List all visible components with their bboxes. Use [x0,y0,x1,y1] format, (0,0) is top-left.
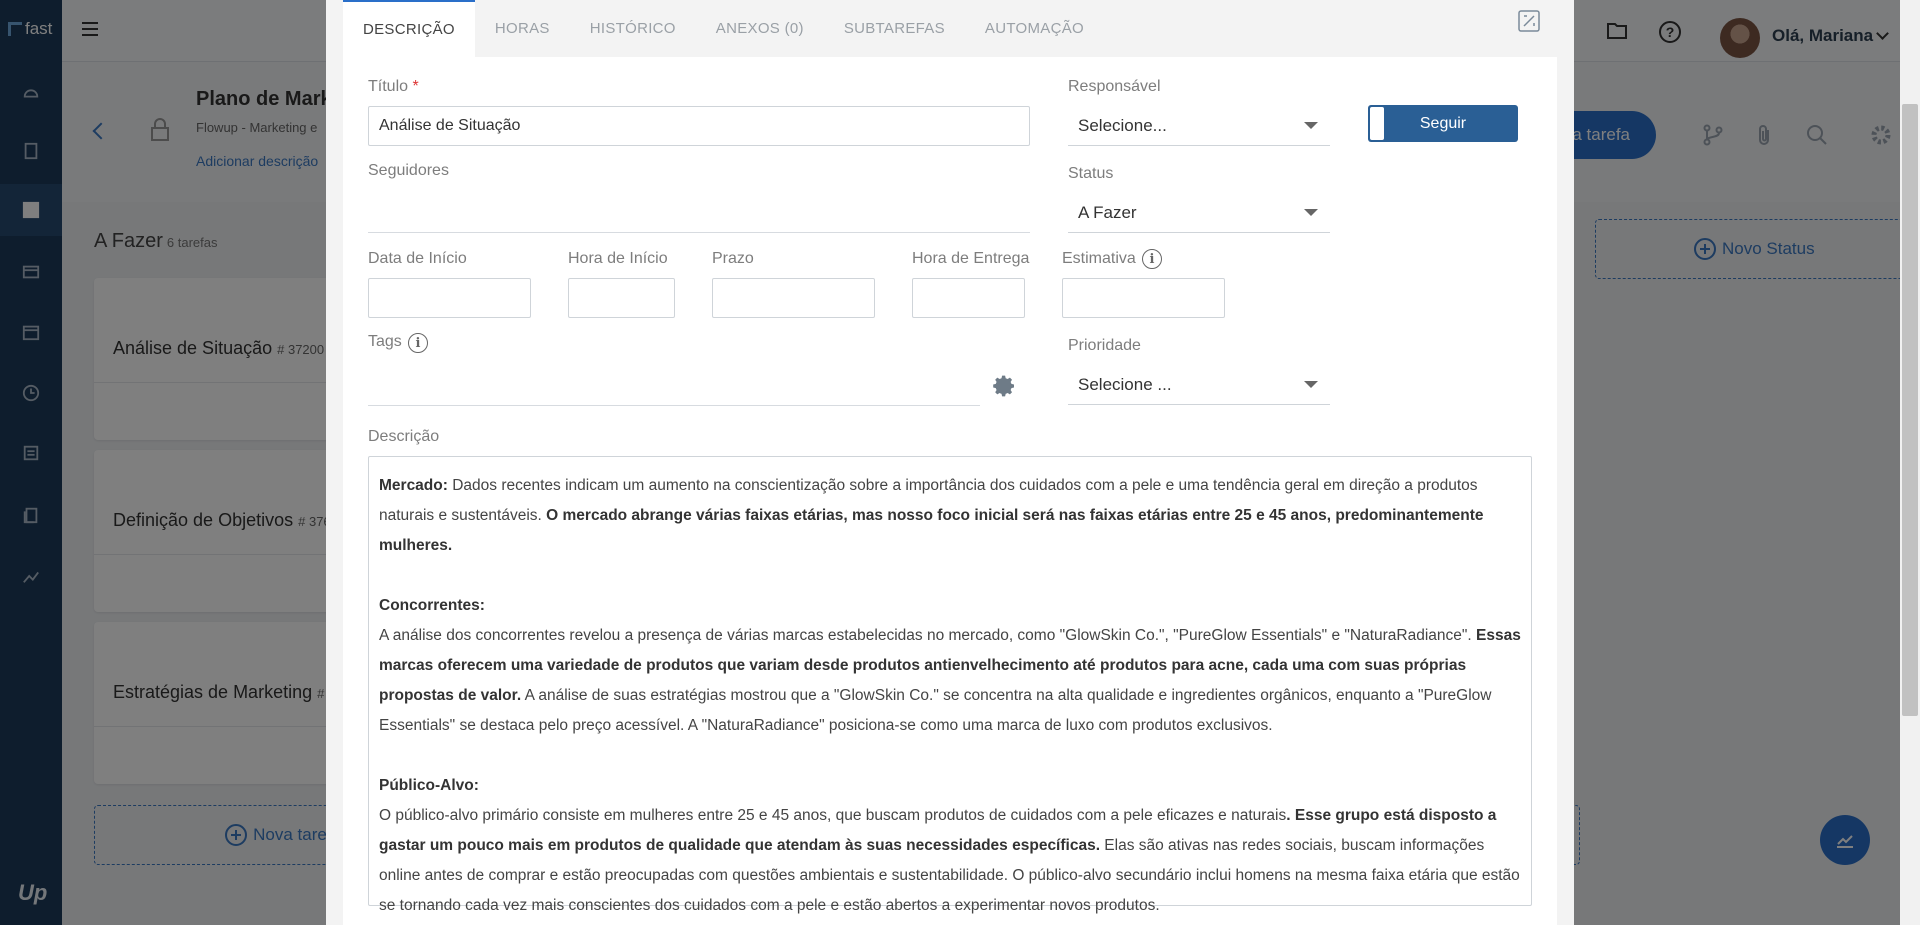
description-editor[interactable]: Mercado: Dados recentes indicam um aumen… [368,456,1532,914]
title-input[interactable]: Análise de Situação [368,106,1030,146]
status-label: Status [1068,165,1114,182]
followers-input[interactable] [368,193,1030,233]
tab-subtarefas[interactable]: SUBTAREFAS [824,0,965,57]
start-date-label: Data de Início [368,250,467,267]
start-time-label: Hora de Início [568,250,668,267]
gear-icon[interactable] [993,374,1017,403]
deadline-input[interactable] [712,278,875,318]
start-time-input[interactable] [568,278,675,318]
description-label: Descrição [368,428,440,445]
toggle-notch [1370,107,1384,140]
info-icon[interactable]: i [408,333,428,353]
tags-input[interactable] [368,366,980,406]
status-value: A Fazer [1078,202,1137,222]
delivery-time-label: Hora de Entrega [912,250,1030,267]
required-marker: * [412,78,419,95]
expand-icon[interactable] [1517,9,1541,33]
priority-label: Prioridade [1068,337,1141,354]
dropdown-arrow-icon [1304,381,1318,388]
dropdown-arrow-icon [1304,122,1318,129]
responsible-value: Selecione... [1078,115,1167,135]
title-label: Título * [368,78,419,95]
tab-horas[interactable]: HORAS [475,0,570,57]
tab-bar: DESCRIÇÃO HORAS HISTÓRICO ANEXOS (0) SUB… [343,0,1557,57]
status-select[interactable]: A Fazer [1068,193,1330,233]
follow-button[interactable]: Seguir [1368,105,1518,142]
start-date-input[interactable] [368,278,531,318]
tags-label: Tags [368,333,402,350]
estimate-input[interactable] [1062,278,1225,318]
scrollbar-thumb[interactable] [1902,104,1918,716]
priority-value: Selecione ... [1078,374,1172,394]
info-icon[interactable]: i [1142,249,1162,269]
responsible-select[interactable]: Selecione... [1068,106,1330,146]
tab-automacao[interactable]: AUTOMAÇÃO [965,0,1104,57]
tab-historico[interactable]: HISTÓRICO [570,0,696,57]
tab-descricao[interactable]: DESCRIÇÃO [343,0,475,57]
deadline-label: Prazo [712,250,754,267]
priority-select[interactable]: Selecione ... [1068,365,1330,405]
follow-button-label: Seguir [1419,114,1467,132]
dropdown-arrow-icon [1304,209,1318,216]
description-paragraph: Concorrentes: A análise dos concorrentes … [379,597,1521,734]
description-paragraph: Público-Alvo: O público-alvo primário con… [379,777,1520,914]
responsible-label: Responsável [1068,78,1161,95]
delivery-time-input[interactable] [912,278,1025,318]
description-paragraph: Mercado: Dados recentes indicam um aumen… [379,477,1484,554]
followers-label: Seguidores [368,162,449,179]
estimate-label: Estimativa [1062,250,1136,267]
tab-anexos[interactable]: ANEXOS (0) [696,0,824,57]
